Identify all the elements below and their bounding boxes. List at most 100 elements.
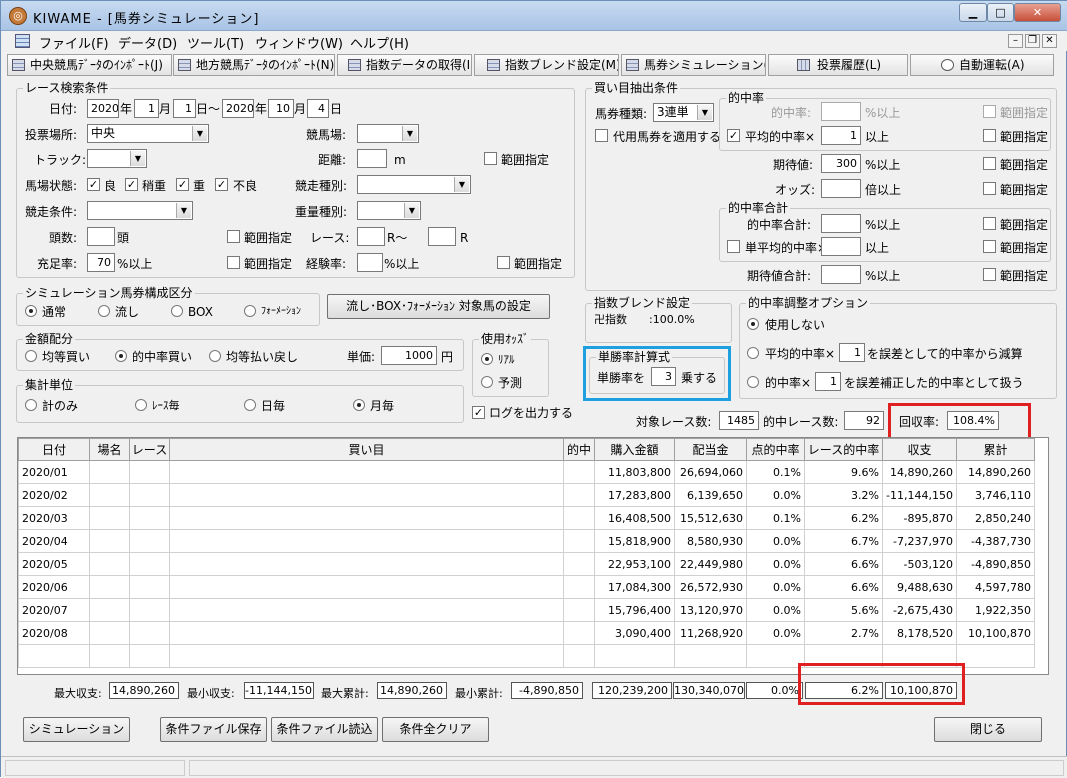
avg-hit-input[interactable]: 1 xyxy=(821,126,861,145)
minimize-button[interactable]: ▁ xyxy=(959,3,987,22)
race-type-select[interactable]: ▼ xyxy=(357,175,471,194)
table-row[interactable]: 2020/04 15,818,900 8,580,930 0.0% 6.7% -7,237… xyxy=(18,529,1035,553)
single-avg-checkbox[interactable] xyxy=(727,240,740,253)
hit-rate-range-checkbox[interactable] xyxy=(983,105,996,118)
maximize-button[interactable]: □ xyxy=(987,3,1014,22)
exp-range-checkbox[interactable] xyxy=(497,256,510,269)
bet-type-select[interactable]: 3連単 ▼ xyxy=(653,103,714,122)
col-payout-header[interactable]: 配当金 xyxy=(674,438,747,461)
col-bet-header[interactable]: 買い目 xyxy=(169,438,564,461)
cond-slightly-heavy-checkbox[interactable]: ✓ xyxy=(125,178,138,191)
expect-range-checkbox[interactable] xyxy=(983,157,996,170)
substitute-checkbox[interactable] xyxy=(595,129,608,142)
log-output-checkbox[interactable]: ✓ xyxy=(472,406,485,419)
sim-formation-radio[interactable] xyxy=(244,305,256,317)
agg-total-radio[interactable] xyxy=(25,399,37,411)
course-select[interactable]: ▼ xyxy=(357,124,419,143)
money-equal-radio[interactable] xyxy=(25,350,37,362)
money-hitrate-radio[interactable] xyxy=(115,350,127,362)
race-cond-select[interactable]: ▼ xyxy=(87,201,193,220)
heads-range-checkbox[interactable] xyxy=(227,230,240,243)
document-menu-icon[interactable] xyxy=(15,34,30,48)
sim-nagashi-radio[interactable] xyxy=(98,305,110,317)
avg-hit-checkbox[interactable]: ✓ xyxy=(727,129,740,142)
bet-simulation-button[interactable]: 馬券シミュレーション(B) xyxy=(621,54,766,76)
col-hit-header[interactable]: 的中 xyxy=(563,438,595,461)
expect-input[interactable]: 300 xyxy=(821,154,861,173)
odds-predict-radio[interactable] xyxy=(481,376,493,388)
race-to-input[interactable] xyxy=(428,227,456,246)
import-central-button[interactable]: 中央競馬ﾃﾞｰﾀのｲﾝﾎﾟｰﾄ(J) xyxy=(7,54,172,76)
menu-data[interactable]: データ(D) xyxy=(118,33,177,52)
single-avg-input[interactable] xyxy=(821,237,861,256)
cond-good-checkbox[interactable]: ✓ xyxy=(87,178,100,191)
menu-file[interactable]: ファイル(F) xyxy=(39,33,109,52)
col-race-hit-header[interactable]: レース的中率 xyxy=(804,438,883,461)
weight-select[interactable]: ▼ xyxy=(357,201,421,220)
adjust-correct-radio[interactable] xyxy=(747,376,759,388)
import-local-button[interactable]: 地方競馬ﾃﾞｰﾀのｲﾝﾎﾟｰﾄ(N) xyxy=(173,54,335,76)
distance-input[interactable] xyxy=(357,149,387,168)
mdi-close-button[interactable]: ✕ xyxy=(1042,34,1057,48)
hit-rate-input[interactable] xyxy=(821,102,861,121)
table-row[interactable]: 2020/03 16,408,500 15,512,630 0.1% 6.2% -895,… xyxy=(18,506,1035,530)
odds-input[interactable] xyxy=(821,179,861,198)
load-conditions-button[interactable]: 条件ファイル読込 xyxy=(271,717,378,742)
table-row[interactable]: 2020/02 17,283,800 6,139,650 0.0% 3.2% -11,14… xyxy=(18,483,1035,507)
fill-rate-input[interactable]: 70 xyxy=(87,253,115,272)
col-cumulative-header[interactable]: 累計 xyxy=(955,438,1035,461)
sim-box-radio[interactable] xyxy=(171,305,183,317)
odds-range-checkbox[interactable] xyxy=(983,182,996,195)
target-horse-settings-button[interactable]: 流し･BOX･ﾌｫｰﾒｰｼｮﾝ 対象馬の設定 xyxy=(327,294,550,319)
menu-help[interactable]: ヘルプ(H) xyxy=(350,33,409,52)
odds-real-radio[interactable] xyxy=(481,353,493,365)
mdi-restore-button[interactable]: ❐ xyxy=(1025,34,1040,48)
fetch-index-button[interactable]: 指数データの取得(I) xyxy=(337,54,472,76)
hit-sum-input[interactable] xyxy=(821,214,861,233)
results-grid[interactable]: 日付 場名 レース 買い目 的中 購入金額 配当金 点的中率 レース的中率 収支… xyxy=(17,437,1049,675)
clear-conditions-button[interactable]: 条件全クリア xyxy=(382,717,489,742)
mdi-minimize-button[interactable]: – xyxy=(1008,34,1023,48)
col-purchase-header[interactable]: 購入金額 xyxy=(594,438,675,461)
cond-heavy-checkbox[interactable]: ✓ xyxy=(176,178,189,191)
sim-normal-radio[interactable] xyxy=(25,305,37,317)
table-row[interactable]: 2020/05 22,953,100 22,449,980 0.0% 6.6% -503,… xyxy=(18,552,1035,576)
adjust-subtract-radio[interactable] xyxy=(747,347,759,359)
from-month-input[interactable]: 1 xyxy=(134,99,159,118)
table-row[interactable]: 2020/07 15,796,400 13,120,970 0.0% 5.6% -2,67… xyxy=(18,598,1035,622)
adjust-none-radio[interactable] xyxy=(747,318,759,330)
exp-sum-input[interactable] xyxy=(821,265,861,284)
from-day-input[interactable]: 1 xyxy=(173,99,196,118)
to-year-input[interactable]: 2020 xyxy=(222,99,254,118)
agg-month-radio[interactable] xyxy=(353,399,365,411)
adjust-correct-input[interactable]: 1 xyxy=(815,372,841,391)
agg-race-radio[interactable] xyxy=(135,399,147,411)
menu-tools[interactable]: ツール(T) xyxy=(187,33,244,52)
auto-run-button[interactable]: 自動運転(A) xyxy=(910,54,1054,76)
hit-sum-range-checkbox[interactable] xyxy=(983,217,996,230)
to-month-input[interactable]: 10 xyxy=(268,99,294,118)
table-row[interactable]: 2020/08 3,090,400 11,268,920 0.0% 2.7% 8,178,… xyxy=(18,621,1035,645)
close-button[interactable]: 閉じる xyxy=(934,717,1042,742)
fill-range-checkbox[interactable] xyxy=(227,256,240,269)
exp-sum-range-checkbox[interactable] xyxy=(983,268,996,281)
col-venue-header[interactable]: 場名 xyxy=(89,438,130,461)
table-row[interactable]: 2020/01 11,803,800 26,694,060 0.1% 9.6% 14,89… xyxy=(18,460,1035,484)
agg-day-radio[interactable] xyxy=(244,399,256,411)
col-point-hit-header[interactable]: 点的中率 xyxy=(746,438,805,461)
adjust-subtract-input[interactable]: 1 xyxy=(839,343,865,362)
table-row[interactable]: 2020/06 17,084,300 26,572,930 0.0% 6.6% 9,488… xyxy=(18,575,1035,599)
heads-input[interactable] xyxy=(87,227,115,246)
avg-hit-range-checkbox[interactable] xyxy=(983,129,996,142)
venue-select[interactable]: 中央 ▼ xyxy=(87,124,209,143)
close-window-button[interactable]: ✕ xyxy=(1014,3,1061,22)
money-payout-radio[interactable] xyxy=(209,350,221,362)
unit-price-input[interactable]: 1000 xyxy=(381,346,437,365)
exp-rate-input[interactable] xyxy=(357,253,383,272)
distance-range-checkbox[interactable] xyxy=(484,152,497,165)
col-race-header[interactable]: レース xyxy=(129,438,170,461)
to-day-input[interactable]: 4 xyxy=(307,99,329,118)
single-avg-range-checkbox[interactable] xyxy=(983,240,996,253)
from-year-input[interactable]: 2020 xyxy=(87,99,119,118)
col-balance-header[interactable]: 収支 xyxy=(882,438,957,461)
